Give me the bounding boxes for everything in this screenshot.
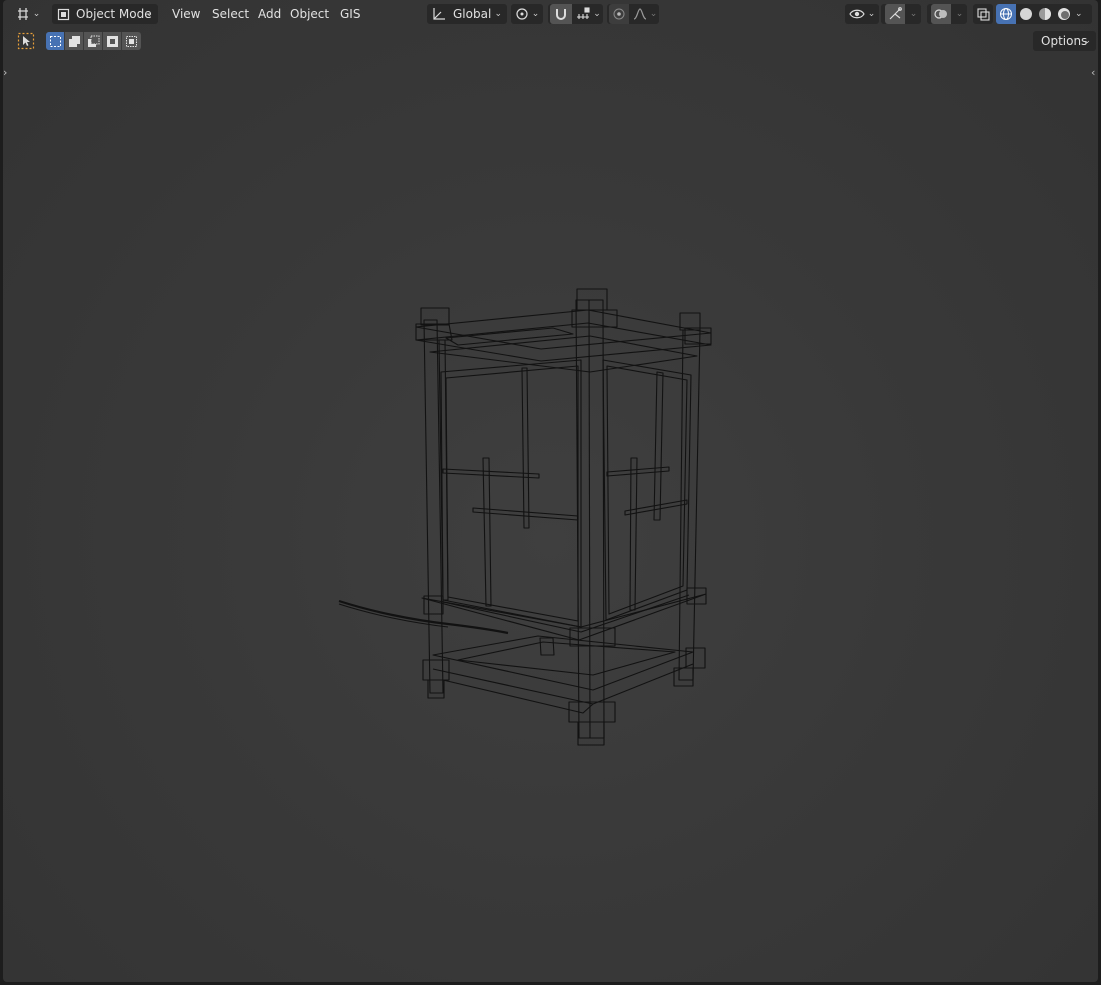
wireframe-shading-button[interactable]: [996, 4, 1016, 24]
menu-gis[interactable]: GIS: [334, 4, 366, 24]
rendered-sphere-icon: [1057, 8, 1070, 20]
toolbar-expand-arrow[interactable]: ›: [3, 66, 7, 79]
active-tool-button[interactable]: [16, 32, 36, 50]
3d-viewport[interactable]: ⌄ Object Mode ⌄ View Select Add Object G…: [3, 0, 1098, 982]
solid-shading-button[interactable]: [1016, 4, 1035, 24]
selection-mode-group: [46, 32, 141, 50]
selection-mode-new[interactable]: [46, 32, 65, 50]
mode-selector[interactable]: Object Mode ⌄: [52, 4, 158, 24]
gizmo-toggle[interactable]: [884, 4, 905, 24]
snap-increment-icon: [577, 7, 590, 19]
chevron-down-icon[interactable]: ⌄: [910, 9, 918, 19]
xray-icon: [976, 7, 990, 21]
pivot-point-selector[interactable]: ⌄: [511, 4, 543, 24]
snap-target-selector[interactable]: ⌄: [572, 7, 601, 21]
chevron-down-icon: ⌄: [867, 9, 876, 19]
select-box-tool-icon: [17, 32, 35, 50]
orientation-icon: [433, 8, 445, 20]
menu-select[interactable]: Select: [206, 4, 255, 24]
proportional-editing-group: ⌄: [607, 4, 659, 24]
menu-add[interactable]: Add: [252, 4, 287, 24]
tool-settings-bar: [3, 28, 1098, 54]
select-subtract-icon: [87, 35, 99, 47]
gizmo-group: ⌄: [881, 4, 921, 24]
solid-sphere-icon: [1019, 8, 1032, 20]
shading-group: ⌄: [996, 4, 1092, 24]
menu-object[interactable]: Object: [284, 4, 335, 24]
chevron-down-icon: ⌄: [593, 9, 601, 19]
viewport-header: ⌄ Object Mode ⌄ View Select Add Object G…: [3, 0, 1098, 28]
overlays-icon: [934, 9, 947, 19]
selection-mode-difference[interactable]: [103, 32, 122, 50]
falloff-curve-icon: [633, 8, 646, 20]
xray-toggle[interactable]: [973, 4, 993, 24]
gizmo-icon: [889, 7, 902, 20]
options-dropdown[interactable]: Options ⌄: [1033, 31, 1096, 51]
transform-orientation-selector[interactable]: Global ⌄: [427, 4, 507, 24]
mode-label: Object Mode: [76, 7, 152, 21]
select-extend-icon: [68, 35, 80, 47]
overlays-group: ⌄: [927, 4, 967, 24]
orientation-label: Global: [453, 7, 492, 21]
editor-type-button[interactable]: ⌄: [13, 4, 43, 24]
editor-type-icon: [17, 8, 28, 20]
select-difference-icon: [106, 35, 118, 47]
falloff-selector[interactable]: ⌄: [629, 8, 658, 20]
material-preview-button[interactable]: [1035, 4, 1054, 24]
snap-toggle[interactable]: [550, 4, 573, 24]
eye-icon: [849, 9, 865, 19]
select-intersect-icon: [126, 35, 137, 47]
selection-mode-extend[interactable]: [65, 32, 84, 50]
chevron-down-icon[interactable]: ⌄: [1075, 9, 1083, 19]
options-label: Options: [1041, 34, 1088, 48]
chevron-down-icon[interactable]: ⌄: [956, 9, 964, 19]
visibility-selector[interactable]: ⌄: [845, 4, 879, 24]
chevron-down-icon: ⌄: [1083, 36, 1091, 46]
menu-view[interactable]: View: [166, 4, 206, 24]
overlays-toggle[interactable]: [930, 4, 951, 24]
select-new-icon: [49, 35, 61, 47]
selection-mode-intersect[interactable]: [122, 32, 141, 50]
magnet-icon: [556, 9, 567, 20]
sidebar-expand-arrow[interactable]: ‹: [1091, 66, 1095, 79]
object-mode-icon: [57, 8, 70, 20]
chevron-down-icon: ⌄: [649, 9, 658, 19]
material-sphere-icon: [1038, 8, 1051, 20]
chevron-down-icon: ⌄: [32, 9, 41, 19]
rendered-shading-button[interactable]: [1054, 4, 1073, 24]
selection-mode-subtract[interactable]: [84, 32, 103, 50]
chevron-down-icon: ⌄: [145, 9, 153, 19]
chevron-down-icon: ⌄: [531, 9, 540, 19]
proportional-editing-toggle[interactable]: [608, 4, 629, 24]
snap-group: ⌄: [548, 4, 603, 24]
pivot-icon: [516, 8, 528, 20]
wireframe-sphere-icon: [1000, 8, 1012, 20]
chevron-down-icon: ⌄: [494, 9, 502, 19]
proportional-editing-icon: [613, 8, 625, 20]
lantern-wireframe: [338, 288, 712, 746]
